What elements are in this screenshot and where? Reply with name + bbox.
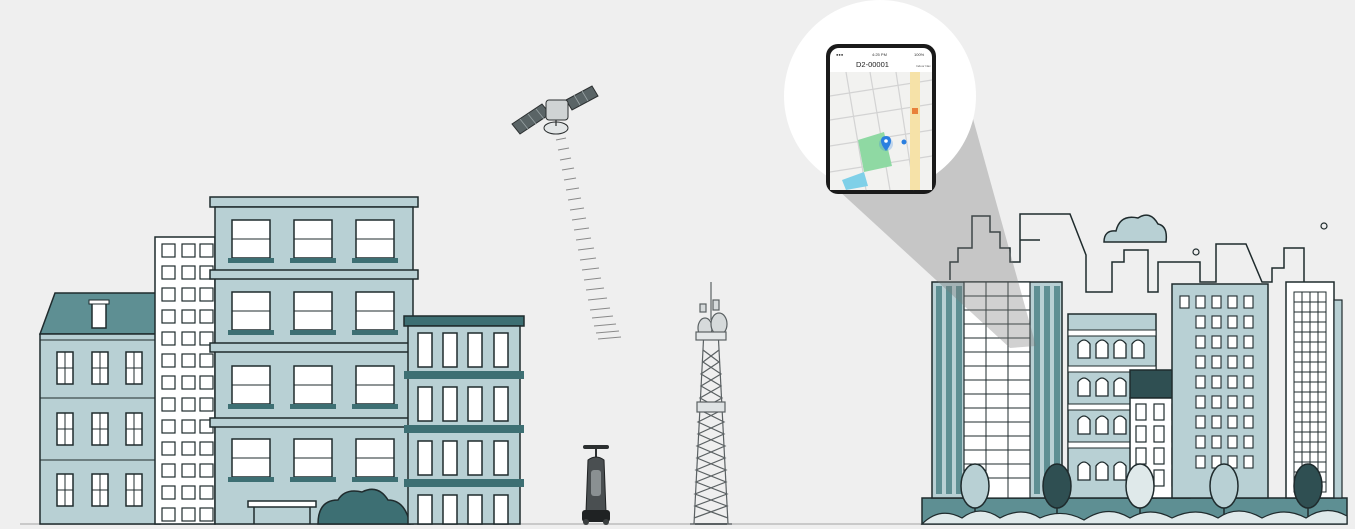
map-view <box>829 71 933 191</box>
status-battery: 100% <box>914 52 925 57</box>
cloud-icon <box>1103 214 1168 243</box>
main-building <box>209 196 419 525</box>
house-left <box>38 292 161 525</box>
scrubber-robot-icon <box>582 445 610 525</box>
top-right-label: Indoor Nav <box>916 64 931 68</box>
grid-building <box>154 236 216 525</box>
cell-tower-icon <box>690 282 732 525</box>
scene: ●●● 4:25 PM 100% D2-00001 Indoor Nav <box>20 0 1348 525</box>
device-id-title: D2-00001 <box>856 60 889 69</box>
satellite-icon <box>511 85 622 340</box>
signal-beam <box>555 137 622 340</box>
left-city <box>38 196 525 525</box>
side-building <box>403 315 525 525</box>
svg-text:●●●: ●●● <box>836 52 844 57</box>
status-time: 4:25 PM <box>872 52 887 57</box>
